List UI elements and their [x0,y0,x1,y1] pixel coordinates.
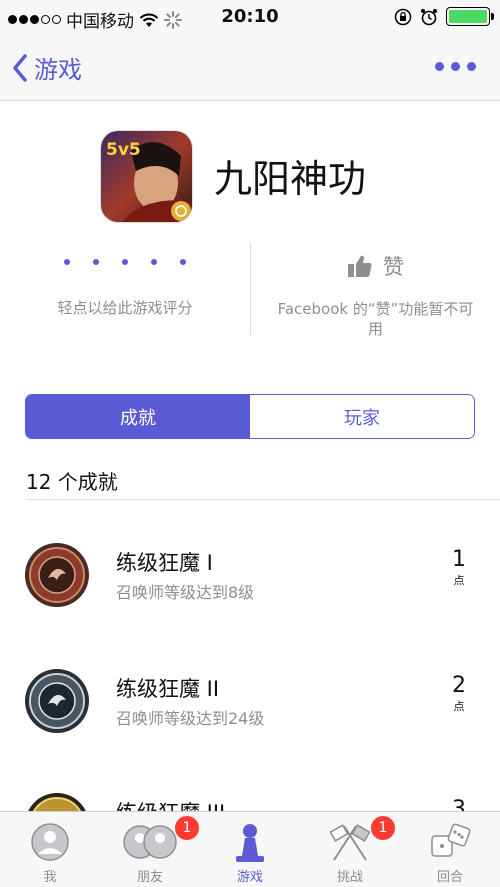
segmented-control: 成就 玩家 [25,394,475,439]
friends-icon [123,825,177,859]
like-caption: Facebook 的“赞”功能暂不可用 [277,300,474,338]
divider [26,499,500,500]
points-value: 2 [452,673,466,698]
achievement-description: 召唤师等级达到8级 [116,583,255,602]
achievements-count: 12 个成就 [26,470,118,494]
tab-label: 朋友 [136,870,163,885]
battery-icon [446,7,494,26]
game-pawn-icon [236,824,264,862]
status-bar: 中国移动 20:10 [0,0,500,34]
person-icon [31,823,69,861]
rating-control[interactable]: 轻点以给此游戏评分 [0,245,250,345]
game-center-page: 中国移动 20:10 游戏 5v5 九阳神功 轻点以给此游戏评分 赞 Faceb… [0,0,500,887]
svg-text:5v5: 5v5 [106,140,141,160]
chevron-left-icon [13,53,27,82]
game-app-icon: 5v5 [100,130,193,223]
tab-label: 回合 [436,870,463,885]
tab-me[interactable]: 我 [0,812,100,887]
achievement-description: 召唤师等级达到24级 [116,709,265,728]
like-label: 赞 [383,255,404,279]
tab-bar: 我 1 朋友 游戏 1 挑战 回合 [0,811,500,887]
like-control: 赞 Facebook 的“赞”功能暂不可用 [251,245,500,339]
list-item[interactable]: 练级狂魔 II 召唤师等级达到24级 2 点 [0,668,500,778]
silver-medal-icon [25,669,89,733]
notification-badge: 1 [175,816,199,840]
tab-turns[interactable]: 回合 [400,812,500,887]
game-title: 九阳神功 [214,157,367,201]
back-button[interactable]: 游戏 [12,50,82,85]
bronze-medal-icon [25,543,89,607]
points-unit: 点 [453,574,465,587]
tab-games[interactable]: 游戏 [200,812,300,887]
thumbs-up-icon [348,255,372,277]
dice-icon [431,823,471,857]
tab-label: 游戏 [236,870,263,885]
achievement-points: 2 点 [452,674,466,714]
points-value: 1 [452,547,466,572]
more-options-button[interactable] [435,62,476,71]
points-unit: 点 [453,700,465,713]
notification-badge: 1 [371,816,395,840]
navigation-bar: 游戏 [0,34,500,101]
list-item[interactable]: 练级狂魔 I 召唤师等级达到8级 1 点 [0,542,500,652]
tab-achievements[interactable]: 成就 [26,395,250,438]
alarm-icon [421,8,437,25]
tab-label: 我 [43,870,57,885]
tab-label: 挑战 [336,870,363,885]
back-button-label: 游戏 [34,56,82,84]
status-right [394,7,494,26]
crossed-flags-icon [329,824,371,861]
achievement-points: 1 点 [452,548,466,588]
achievement-name: 练级狂魔 II [116,677,220,701]
rotation-lock-icon [394,8,412,25]
rating-caption: 轻点以给此游戏评分 [57,299,193,317]
tab-players[interactable]: 玩家 [250,395,474,438]
tab-challenges[interactable]: 1 挑战 [300,812,400,887]
rating-dots[interactable] [0,259,250,265]
tab-friends[interactable]: 1 朋友 [100,812,200,887]
achievement-name: 练级狂魔 I [116,551,213,575]
